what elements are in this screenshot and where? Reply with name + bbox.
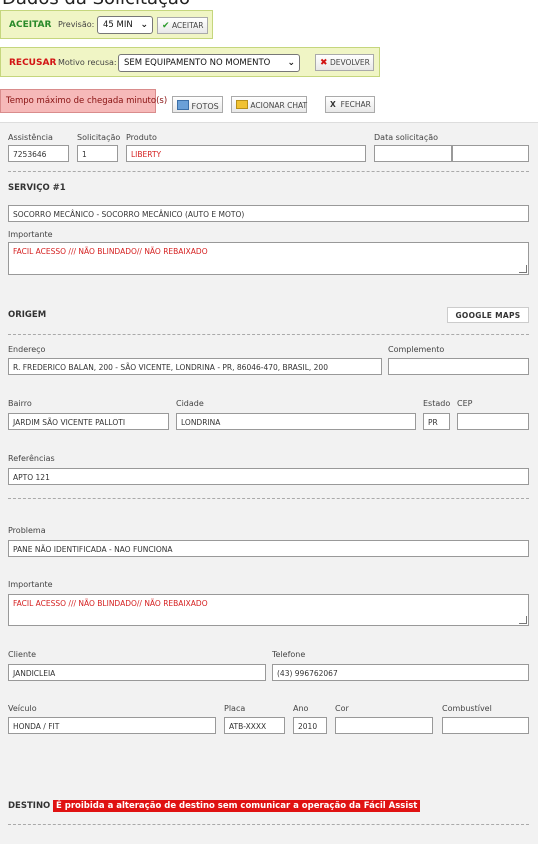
referencias-label: Referências: [8, 454, 55, 463]
divider: [8, 334, 529, 335]
problema-label: Problema: [8, 526, 46, 535]
page-title: Dados da Solicitação: [2, 0, 190, 9]
close-icon: ✖: [320, 58, 328, 68]
problem-importante-label: Importante: [8, 580, 53, 589]
bairro-label: Bairro: [8, 399, 32, 408]
cidade-field[interactable]: LONDRINA: [176, 413, 416, 430]
cep-label: CEP: [457, 399, 473, 408]
resize-grip-icon[interactable]: [519, 616, 527, 624]
ano-field[interactable]: 2010: [293, 717, 327, 734]
origin-heading: ORIGEM: [8, 310, 47, 320]
refuse-bar: RECUSAR Motivo recusa: SEM EQUIPAMENTO N…: [0, 47, 380, 77]
service-field[interactable]: SOCORRO MECÂNICO - SOCORRO MECÂNICO (AUT…: [8, 205, 529, 222]
check-icon: ✔: [162, 21, 170, 31]
accept-bar: ACEITAR Previsão: 45 MIN ⌄ ✔ ACEITAR: [0, 10, 213, 39]
envelope-icon: [236, 100, 248, 109]
photos-button-label: FOTOS: [191, 102, 219, 111]
endereco-label: Endereço: [8, 345, 46, 354]
ano-label: Ano: [293, 704, 309, 713]
problema-field[interactable]: PANE NÃO IDENTIFICADA - NAO FUNCIONA: [8, 540, 529, 557]
telefone-label: Telefone: [272, 650, 306, 659]
bairro-field[interactable]: JARDIM SÃO VICENTE PALLOTI: [8, 413, 169, 430]
accept-label: ACEITAR: [9, 20, 52, 30]
devolver-button[interactable]: ✖ DEVOLVER: [315, 54, 374, 71]
cliente-label: Cliente: [8, 650, 37, 659]
accept-button-label: ACEITAR: [171, 21, 204, 30]
destination-warning: É proibida a alteração de destino sem co…: [53, 800, 421, 812]
referencias-field[interactable]: APTO 121: [8, 468, 529, 485]
motivo-select[interactable]: SEM EQUIPAMENTO NO MOMENTO ⌄: [118, 54, 300, 72]
cliente-field[interactable]: JANDICLEIA: [8, 664, 266, 681]
photo-icon: [177, 100, 189, 110]
divider: [8, 171, 529, 172]
devolver-button-label: DEVOLVER: [329, 58, 370, 67]
service-importante-textarea[interactable]: FACIL ACESSO /// NÃO BLINDADO// NÃO REBA…: [8, 242, 529, 275]
accept-button[interactable]: ✔ ACEITAR: [157, 17, 208, 34]
photos-button[interactable]: FOTOS: [172, 96, 223, 113]
motivo-label: Motivo recusa:: [58, 58, 117, 67]
close-button[interactable]: X FECHAR: [325, 96, 375, 113]
chat-button[interactable]: ACIONAR CHAT: [231, 96, 307, 113]
complemento-label: Complemento: [388, 345, 445, 354]
divider: [8, 498, 529, 499]
previsao-value: 45 MIN: [103, 20, 133, 30]
placa-field[interactable]: ATB-XXXX: [224, 717, 285, 734]
refuse-label: RECUSAR: [9, 58, 57, 68]
veiculo-field[interactable]: HONDA / FIT: [8, 717, 216, 734]
close-x-icon: X: [330, 100, 336, 109]
combustivel-label: Combustível: [442, 704, 492, 713]
combustivel-field[interactable]: [442, 717, 529, 734]
solicitacao-field[interactable]: 1: [77, 145, 118, 162]
request-panel: Assistência 7253646 Solicitação 1 Produt…: [0, 122, 538, 844]
problem-importante-text: FACIL ACESSO /// NÃO BLINDADO// NÃO REBA…: [13, 599, 208, 608]
chevron-down-icon: ⌄: [287, 58, 295, 68]
resize-grip-icon[interactable]: [519, 265, 527, 273]
cor-label: Cor: [335, 704, 349, 713]
produto-field[interactable]: LIBERTY: [126, 145, 366, 162]
arrival-time-label: Tempo máximo de chegada minuto(s): [0, 89, 167, 113]
destination-heading: DESTINO: [8, 801, 51, 811]
service-heading: SERVIÇO #1: [8, 183, 66, 193]
problem-importante-textarea[interactable]: FACIL ACESSO /// NÃO BLINDADO// NÃO REBA…: [8, 594, 529, 626]
cidade-label: Cidade: [176, 399, 204, 408]
google-maps-button[interactable]: GOOGLE MAPS: [447, 307, 529, 323]
previsao-select[interactable]: 45 MIN ⌄: [97, 16, 153, 34]
solicitacao-label: Solicitação: [77, 133, 121, 142]
service-importante-text: FACIL ACESSO /// NÃO BLINDADO// NÃO REBA…: [13, 247, 208, 256]
assistencia-label: Assistência: [8, 133, 53, 142]
cor-field[interactable]: [335, 717, 433, 734]
chat-button-label: ACIONAR CHAT: [250, 101, 308, 110]
complemento-field[interactable]: [388, 358, 529, 375]
data-solicitacao-field[interactable]: [374, 145, 452, 162]
previsao-label: Previsão:: [58, 20, 95, 29]
motivo-value: SEM EQUIPAMENTO NO MOMENTO: [124, 58, 271, 68]
estado-field[interactable]: PR: [423, 413, 450, 430]
close-button-label: FECHAR: [340, 100, 371, 109]
veiculo-label: Veículo: [8, 704, 37, 713]
chevron-down-icon: ⌄: [140, 20, 148, 30]
cep-field[interactable]: [457, 413, 529, 430]
produto-label: Produto: [126, 133, 157, 142]
assistencia-field[interactable]: 7253646: [8, 145, 69, 162]
service-importante-label: Importante: [8, 230, 53, 239]
endereco-field[interactable]: R. FREDERICO BALAN, 200 - SÃO VICENTE, L…: [8, 358, 382, 375]
divider: [8, 824, 529, 825]
data-solicitacao-label: Data solicitação: [374, 133, 439, 142]
telefone-field[interactable]: (43) 996762067: [272, 664, 529, 681]
hora-solicitacao-field[interactable]: [452, 145, 529, 162]
placa-label: Placa: [224, 704, 246, 713]
estado-label: Estado: [423, 399, 451, 408]
